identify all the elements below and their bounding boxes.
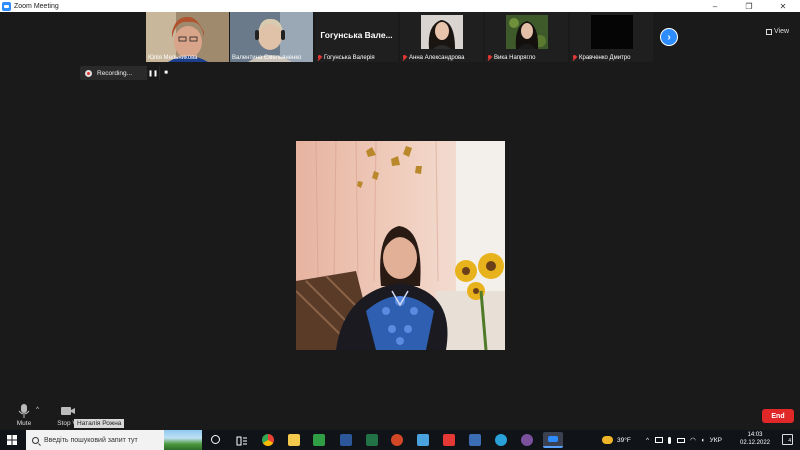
next-page-button[interactable]: › [660, 28, 678, 46]
taskbar-search-box[interactable]: Введіть пошуковий запит тут [26, 430, 202, 450]
mute-label: Mute [16, 420, 32, 427]
chevron-up-icon: ^ [36, 406, 40, 413]
chevron-up-icon[interactable]: ^ [646, 437, 649, 444]
recording-label: Recording... [97, 69, 133, 77]
mic-muted-icon [317, 55, 322, 61]
excel-icon[interactable] [366, 434, 378, 446]
participant-tile[interactable]: Анна Александрова [400, 12, 483, 62]
microphone-icon [18, 404, 30, 418]
zoom-taskbar-icon[interactable] [543, 432, 563, 448]
photos-icon[interactable] [417, 434, 429, 446]
end-meeting-button[interactable]: End [762, 409, 794, 423]
chevron-right-icon: › [667, 31, 671, 43]
viber-icon[interactable] [521, 434, 533, 446]
grid-view-icon [766, 28, 772, 35]
participant-name: Валентина Ємельяненко [232, 55, 302, 61]
pdf-reader-icon[interactable] [443, 434, 455, 446]
participant-tile[interactable]: Валентина Ємельяненко [230, 12, 313, 62]
title-bar: Zoom Meeting – ❐ ✕ [0, 0, 800, 12]
participant-video [421, 15, 463, 49]
participant-strip: Юлія Мельникова Валентина Ємельяненко Го… [0, 12, 800, 62]
notifications-button[interactable]: 4 [782, 434, 793, 445]
participant-tile[interactable]: Вика Напрягло [485, 12, 568, 62]
search-placeholder: Введіть пошуковий запит тут [44, 436, 138, 444]
participant-display-name: Гогунська Вале... [320, 30, 393, 40]
mic-muted-icon [572, 55, 577, 61]
minimize-button[interactable]: – [698, 0, 732, 12]
meet-icon[interactable] [655, 437, 664, 443]
file-explorer-icon[interactable] [288, 434, 300, 446]
participant-tile[interactable]: Юлія Мельникова [146, 12, 229, 62]
mute-options-caret[interactable]: ^ [36, 406, 39, 413]
weather-cloud-icon [602, 436, 613, 444]
volume-icon[interactable]: ◖ [701, 437, 705, 444]
search-icon [32, 436, 39, 444]
clock-date: 02.12.2022 [739, 440, 771, 446]
clock-time: 14:03 [747, 432, 763, 438]
stop-recording-button[interactable]: ■ [160, 66, 172, 80]
notification-count: 4 [788, 438, 791, 444]
start-button[interactable] [0, 430, 24, 450]
wifi-icon[interactable]: ◠ [690, 436, 696, 444]
save-app-icon[interactable] [469, 434, 481, 446]
taskbar-clock[interactable]: 14:03 02.12.2022 [736, 431, 774, 447]
pause-recording-button[interactable]: ❚❚ [147, 66, 159, 80]
window-title: Zoom Meeting [14, 2, 59, 10]
participant-tile[interactable]: Кравченко Дмитро [570, 12, 653, 62]
task-view-icon[interactable] [211, 435, 220, 444]
zoom-window: Zoom Meeting – ❐ ✕ Юлія Мельникова Вален… [0, 0, 800, 450]
close-button[interactable]: ✕ [766, 0, 800, 12]
restore-button[interactable]: ❐ [732, 0, 766, 12]
recording-indicator: Recording... ❚❚ ■ [80, 66, 172, 80]
weather-temperature: 39°F [617, 436, 631, 444]
mic-muted-icon [487, 55, 492, 61]
video-camera-icon [61, 407, 75, 415]
mute-button[interactable]: Mute [14, 404, 34, 427]
participant-name: Кравченко Дмитро [572, 55, 631, 61]
participant-name: Юлія Мельникова [148, 55, 198, 61]
participant-video [506, 15, 548, 49]
mic-muted-icon [402, 55, 407, 61]
telegram-icon[interactable] [495, 434, 507, 446]
participant-name: Гогунська Валерія [317, 55, 375, 61]
battery-icon[interactable] [677, 437, 686, 443]
search-highlight-image [164, 430, 202, 450]
chrome-icon[interactable] [262, 434, 274, 446]
participant-name: Вика Напрягло [487, 55, 536, 61]
windows-logo-icon [7, 435, 17, 445]
powerpoint-icon[interactable] [391, 434, 403, 446]
view-button[interactable]: View [766, 28, 789, 35]
microphone-icon[interactable] [668, 436, 672, 444]
weather-widget[interactable]: 39°F [602, 430, 631, 450]
tray-icons: ^ ◠ ◖ УКР [646, 430, 722, 450]
store-icon[interactable] [313, 434, 325, 446]
word-icon[interactable] [340, 434, 352, 446]
participant-video-off [591, 15, 633, 49]
main-participant-photo [296, 141, 505, 350]
zoom-logo-icon [2, 1, 11, 11]
participant-tooltip: Наталія Рожна [74, 419, 125, 428]
participant-name: Анна Александрова [402, 55, 464, 61]
recording-icon [85, 69, 92, 77]
participant-tile[interactable]: Гогунська Вале... Гогунська Валерія [315, 12, 398, 62]
language-indicator[interactable]: УКР [710, 437, 722, 444]
widgets-icon[interactable] [236, 434, 248, 446]
